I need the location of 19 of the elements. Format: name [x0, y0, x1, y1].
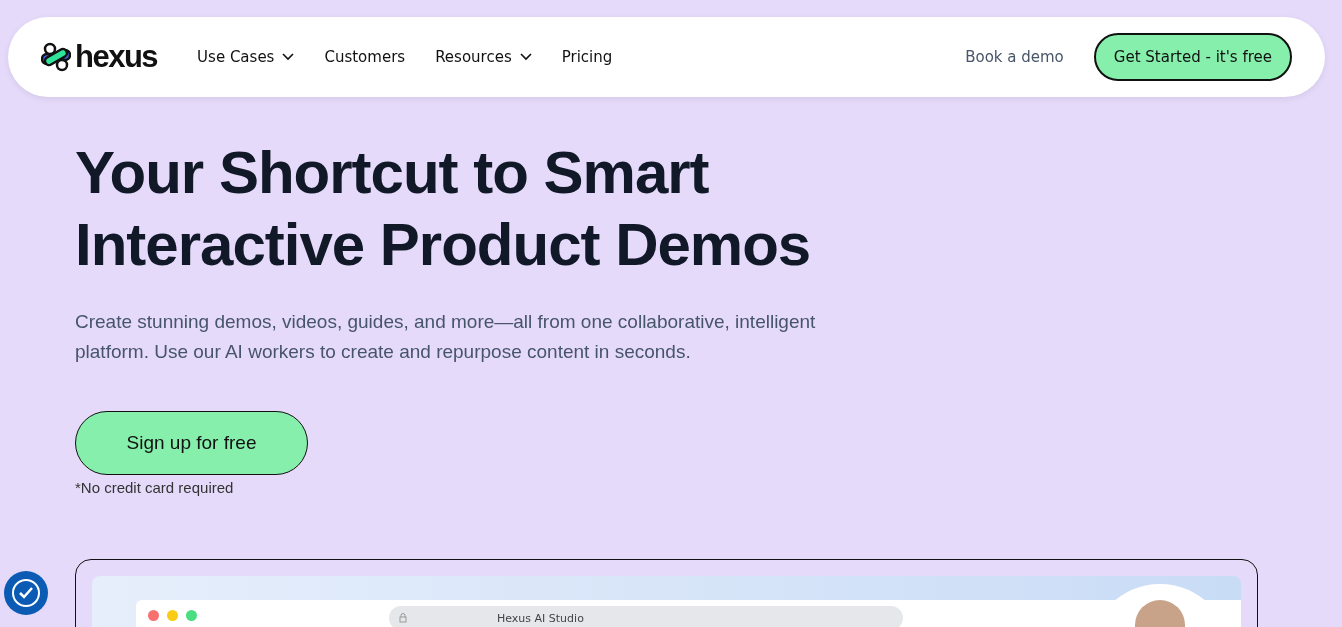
window-dot [186, 610, 197, 621]
logo-wordmark[interactable]: hexus [75, 39, 158, 75]
accessibility-icon[interactable] [3, 570, 49, 616]
sign-up-button[interactable]: Sign up for free [75, 411, 308, 475]
nav-link[interactable]: Customers [324, 48, 406, 66]
book-demo-link[interactable]: Book a demo [965, 48, 1064, 66]
chevron-down-icon [282, 53, 295, 61]
nav-link[interactable]: Resources [435, 48, 532, 66]
no-credit-card-note: *No credit card required [75, 479, 235, 496]
hero-subtitle: Create stunning demos, videos, guides, and more—all from one collaborative, intelligent platform. Use our AI workers to create and repurpose content in seconds. [75, 310, 817, 364]
nav-link[interactable]: Use Cases [197, 48, 295, 66]
get-started-button[interactable]: Get Started - it's free [1093, 33, 1292, 81]
address-text: Hexus AI Studio [497, 611, 584, 625]
chevron-down-icon [519, 53, 532, 61]
window-dot [148, 610, 159, 621]
lock-icon [399, 613, 407, 623]
nav-link[interactable]: Pricing [561, 48, 613, 66]
window-dot [167, 610, 178, 621]
hero-title: Your Shortcut to Smart Interactive Product Demos [75, 138, 812, 280]
